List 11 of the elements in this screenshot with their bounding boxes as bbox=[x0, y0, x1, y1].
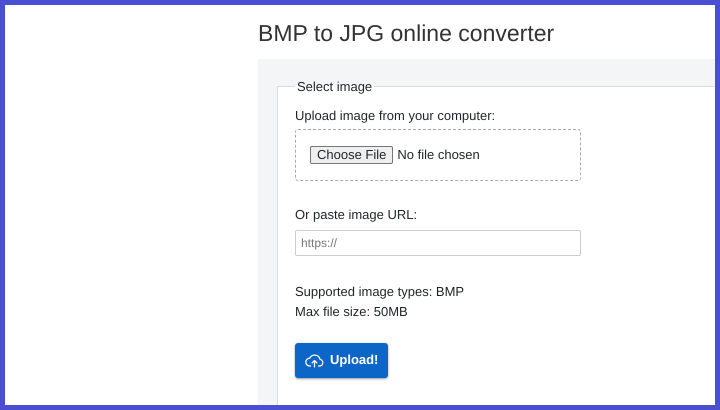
file-status: No file chosen bbox=[397, 148, 480, 161]
cloud-upload-icon bbox=[305, 352, 324, 368]
upload-label: Upload image from your computer: bbox=[295, 108, 496, 122]
choose-file-button[interactable]: Choose File bbox=[310, 146, 394, 164]
upload-button[interactable]: Upload! bbox=[295, 342, 388, 378]
info-text: Supported image types: BMP bbox=[295, 284, 464, 298]
url-label: Or paste image URL: bbox=[295, 208, 418, 220]
fieldset-legend: Select image bbox=[295, 77, 374, 96]
info-text: Max file size: 50MB bbox=[295, 304, 409, 318]
url-field[interactable]: https:// bbox=[295, 230, 581, 256]
page-title: BMP to JPG online converter bbox=[258, 22, 554, 45]
